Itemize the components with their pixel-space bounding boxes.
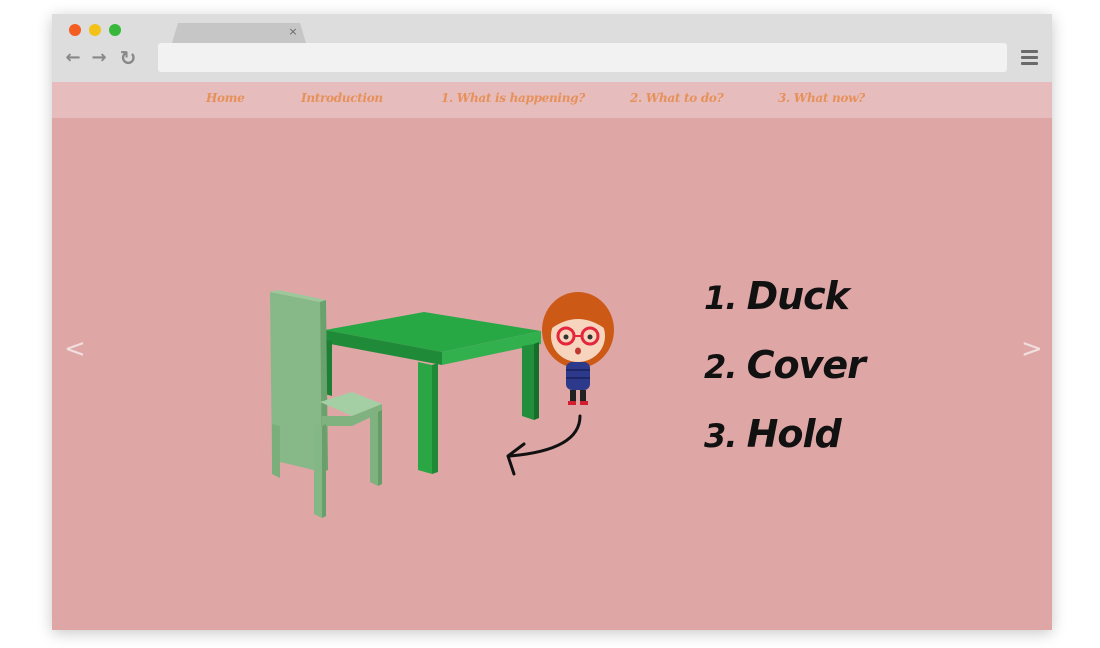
back-arrow-icon[interactable]: ← [64, 49, 82, 67]
nav-what-to-do[interactable]: 2. What to do? [630, 91, 724, 105]
browser-tab[interactable] [172, 23, 306, 43]
step-cover: 2. Cover [704, 343, 866, 387]
hamburger-menu-icon[interactable] [1021, 50, 1038, 66]
step-number: 1. [704, 279, 737, 317]
tab-close-icon[interactable]: × [288, 25, 298, 39]
step-text: Duck [746, 274, 850, 318]
girl-character-illustration [542, 292, 614, 405]
minimize-window-button[interactable] [89, 24, 101, 36]
browser-window: × ← → ↻ Home Introduction 1. What is hap… [52, 14, 1052, 630]
steps-list: 1. Duck 2. Cover 3. Hold [704, 276, 866, 483]
step-number: 2. [704, 348, 737, 386]
forward-arrow-icon[interactable]: → [90, 49, 108, 67]
reload-icon[interactable]: ↻ [119, 48, 137, 68]
step-number: 3. [704, 417, 737, 455]
arrow-to-table-icon [506, 414, 582, 476]
step-text: Cover [746, 343, 866, 387]
prev-slide-arrow[interactable]: < [64, 334, 86, 364]
step-hold: 3. Hold [704, 414, 865, 456]
step-duck: 1. Duck [704, 276, 865, 318]
next-slide-arrow[interactable]: > [1021, 334, 1043, 364]
nav-what-is-happening[interactable]: 1. What is happening? [441, 91, 585, 105]
maximize-window-button[interactable] [109, 24, 121, 36]
duck-cover-illustration [270, 290, 614, 518]
table-illustration [325, 312, 541, 474]
step-text: Hold [746, 412, 842, 456]
nav-home[interactable]: Home [206, 91, 245, 105]
nav-introduction[interactable]: Introduction [301, 91, 383, 105]
nav-what-now[interactable]: 3. What now? [778, 91, 865, 105]
close-window-button[interactable] [69, 24, 81, 36]
site-nav: Home Introduction 1. What is happening? … [52, 82, 1052, 118]
browser-chrome: × ← → ↻ [52, 14, 1052, 82]
address-bar[interactable] [158, 43, 1007, 72]
